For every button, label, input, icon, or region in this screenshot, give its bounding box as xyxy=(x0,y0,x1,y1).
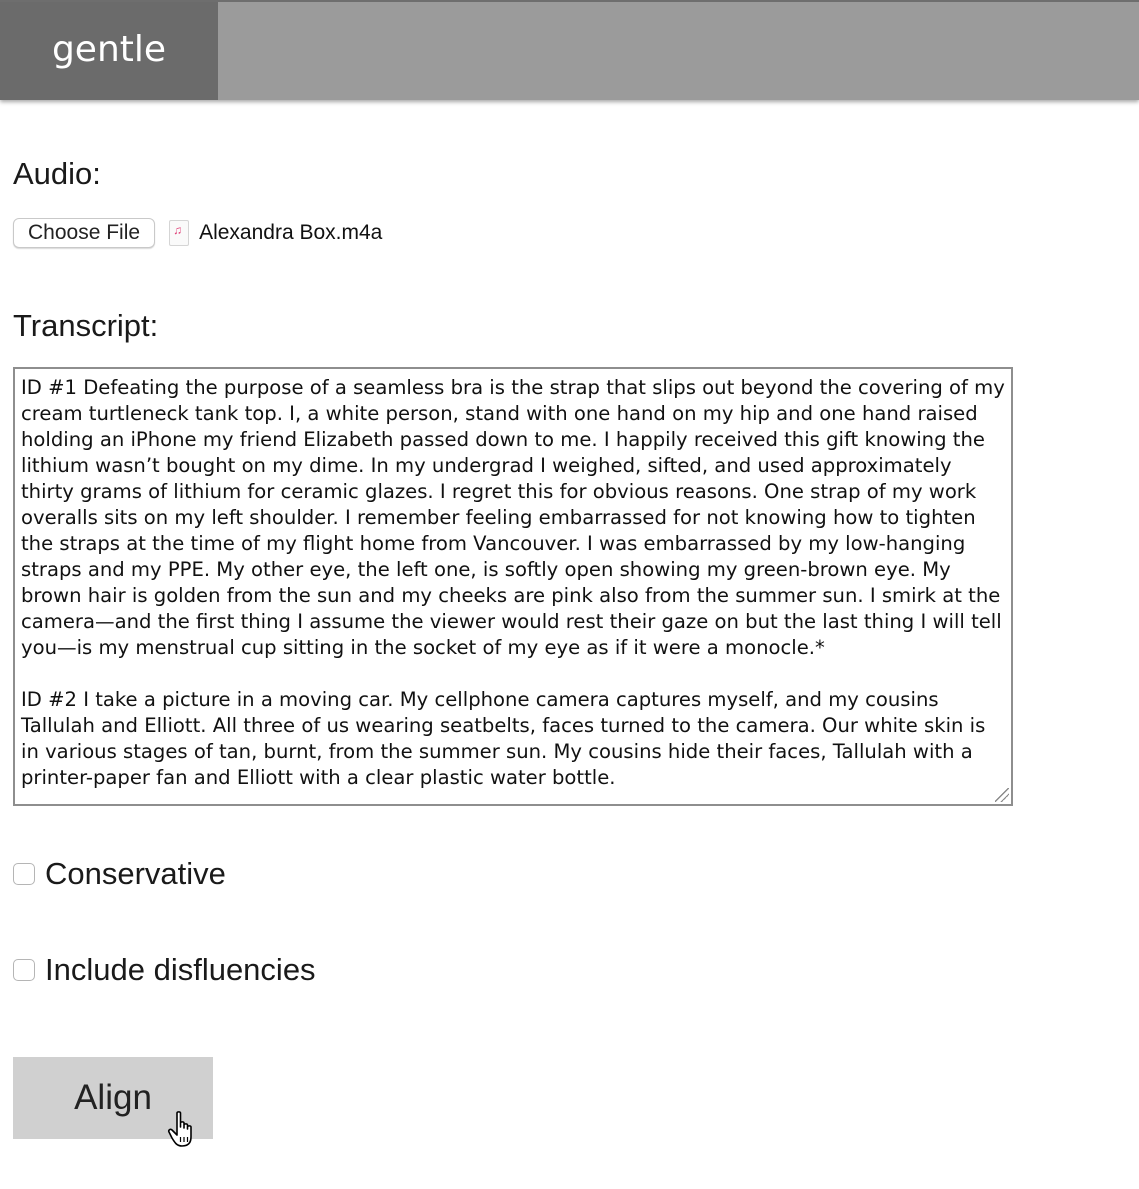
brand-logo[interactable]: gentle xyxy=(0,2,218,100)
selected-file-name: Alexandra Box.m4a xyxy=(199,221,383,244)
conservative-checkbox[interactable] xyxy=(13,863,35,885)
transcript-textarea[interactable]: ID #1 Defeating the purpose of a seamles… xyxy=(13,367,1013,806)
resize-handle-icon[interactable] xyxy=(995,788,1009,802)
disfluencies-checkbox[interactable] xyxy=(13,959,35,981)
hand-pointer-icon xyxy=(167,1111,192,1147)
audio-label: Audio: xyxy=(13,156,101,191)
file-input: Choose File ♫ Alexandra Box.m4a xyxy=(13,217,382,249)
music-file-icon: ♫ xyxy=(169,220,190,246)
transcript-text: ID #1 Defeating the purpose of a seamles… xyxy=(21,376,1005,789)
disfluencies-option: Include disfluencies xyxy=(13,952,316,988)
conservative-label[interactable]: Conservative xyxy=(45,856,226,892)
conservative-option: Conservative xyxy=(13,856,226,892)
transcript-label: Transcript: xyxy=(13,308,159,343)
disfluencies-label[interactable]: Include disfluencies xyxy=(45,952,316,988)
choose-file-button[interactable]: Choose File xyxy=(13,218,156,248)
app-header: gentle xyxy=(0,0,1139,100)
